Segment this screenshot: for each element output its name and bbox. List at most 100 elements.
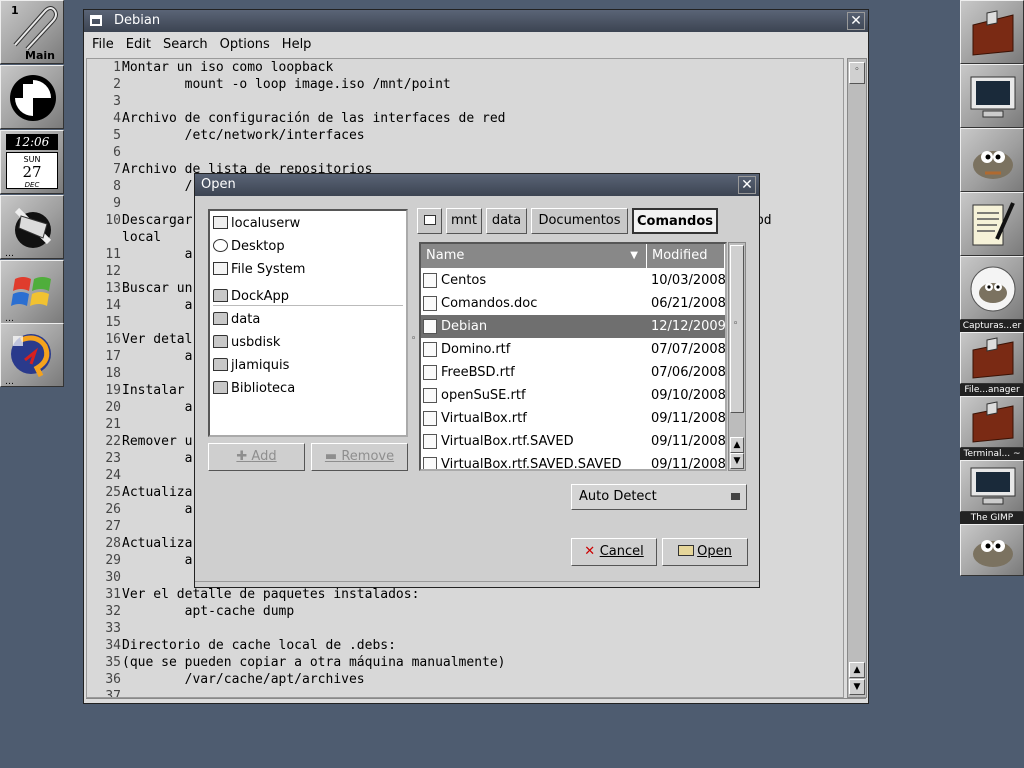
line-number: 6 <box>113 145 121 160</box>
line-text: a <box>122 451 193 466</box>
menu-file[interactable]: File <box>88 34 118 52</box>
editor-line: 36 /var/cache/apt/archives <box>87 671 843 688</box>
tile-dots: … <box>5 249 15 259</box>
dock-right-cabinet-2[interactable] <box>960 332 1024 384</box>
folder-cabinet-icon <box>972 10 1014 56</box>
file-row[interactable]: VirtualBox.rtf.SAVED 09/11/2008 <box>421 430 725 453</box>
place-localuserw[interactable]: localuserw <box>213 213 300 235</box>
scroll-thumb[interactable]: ◦ <box>849 62 865 84</box>
editor-horizontal-scrollbar[interactable] <box>86 698 866 703</box>
open-button[interactable]: Open <box>662 538 748 566</box>
debian-app-tile[interactable]: … <box>0 323 64 387</box>
file-name: Domino.rtf <box>441 342 511 357</box>
dock-right-cabinet-3[interactable] <box>960 396 1024 448</box>
crumb-comandos[interactable]: Comandos <box>632 208 718 234</box>
dock-right-monitor-1[interactable] <box>960 64 1024 128</box>
place-usbdisk[interactable]: usbdisk <box>213 332 280 354</box>
line-text: /etc/network/interfaces <box>122 128 365 143</box>
dock-right-notepad[interactable] <box>960 192 1024 256</box>
add-bookmark-button[interactable]: ✚ Add <box>208 443 305 471</box>
place-filesystem[interactable]: File System <box>213 259 305 281</box>
line-number: 9 <box>113 196 121 211</box>
file-scroll-up-button[interactable]: ▲ <box>730 437 744 453</box>
dialog-bottom-divider <box>195 581 759 582</box>
line-number: 31 <box>105 587 121 602</box>
menu-edit[interactable]: Edit <box>122 34 155 52</box>
column-modified-header[interactable]: Modified <box>647 244 725 268</box>
menu-search[interactable]: Search <box>159 34 212 52</box>
place-biblioteca[interactable]: Biblioteca <box>213 378 295 400</box>
calendar-clock-tile[interactable]: 12:06 SUN 27 DEC <box>0 130 64 194</box>
file-list-scrollbar[interactable]: ◦ ▲ ▼ <box>728 242 746 471</box>
file-row[interactable]: VirtualBox.rtf.SAVED.SAVED 09/11/2008 <box>421 453 725 469</box>
windows-app-tile[interactable]: … <box>0 260 64 324</box>
gimp-wilber-icon <box>973 540 1013 567</box>
line-text: a <box>122 502 193 517</box>
drive-icon <box>213 262 228 275</box>
crumb-data[interactable]: data <box>486 208 527 234</box>
line-number: 17 <box>105 349 121 364</box>
file-row[interactable]: openSuSE.rtf 09/10/2008 <box>421 384 725 407</box>
file-list: Name ▼ Modified Centos 10/03/2008 Comandos.… <box>419 242 727 471</box>
line-text: local <box>122 230 162 245</box>
tile-dots: … <box>5 314 15 324</box>
column-name-header[interactable]: Name ▼ <box>421 244 647 268</box>
dock-right-gimp-eye[interactable] <box>960 256 1024 320</box>
line-text: Ver el detalle de paquetes instalados: <box>122 587 420 602</box>
file-row[interactable]: Centos 10/03/2008 <box>421 269 725 292</box>
pane-splitter-handle[interactable]: ◦ <box>733 319 738 329</box>
place-data[interactable]: data <box>213 309 260 331</box>
line-number: 33 <box>105 621 121 636</box>
file-scroll-down-button[interactable]: ▼ <box>730 453 744 469</box>
file-row[interactable]: Comandos.doc 06/21/2008 <box>421 292 725 315</box>
dialog-title: Open <box>201 177 236 192</box>
file-scroll-thumb[interactable] <box>730 245 744 413</box>
desktop-icon <box>213 239 228 252</box>
column-name-label: Name <box>426 248 465 263</box>
workspace-main-tile[interactable]: 1 Main <box>0 0 64 64</box>
cancel-button[interactable]: ✕ Cancel <box>571 538 657 566</box>
menu-help[interactable]: Help <box>278 34 316 52</box>
file-row[interactable]: Domino.rtf 07/07/2008 <box>421 338 725 361</box>
line-number: 35 <box>105 655 121 670</box>
line-number: 11 <box>105 247 121 262</box>
document-icon <box>423 296 437 311</box>
window-menu-icon[interactable] <box>90 15 102 26</box>
dock-right-monitor-2[interactable] <box>960 460 1024 512</box>
system-tool-tile[interactable]: … <box>0 195 64 259</box>
editor-close-button[interactable]: ✕ <box>847 12 865 30</box>
scroll-up-button[interactable]: ▲ <box>849 662 865 678</box>
crumb-mnt[interactable]: mnt <box>446 208 482 234</box>
dialog-titlebar[interactable]: Open ✕ <box>195 174 759 196</box>
dialog-close-button[interactable]: ✕ <box>738 176 756 194</box>
dock-right-gimp-1[interactable] <box>960 128 1024 192</box>
editor-titlebar[interactable]: Debian ✕ <box>84 10 868 32</box>
file-row[interactable]: Debian 12/12/2009 <box>421 315 725 338</box>
menu-options[interactable]: Options <box>216 34 274 52</box>
place-dockapp[interactable]: DockApp <box>213 286 289 308</box>
line-number: 12 <box>105 264 121 279</box>
place-jlamiquis[interactable]: jlamiquis <box>213 355 289 377</box>
file-row[interactable]: VirtualBox.rtf 09/11/2008 <box>421 407 725 430</box>
line-number: 4 <box>113 111 121 126</box>
scroll-down-button[interactable]: ▼ <box>849 679 865 695</box>
document-icon <box>423 411 437 426</box>
dock-right-cabinet-1[interactable] <box>960 0 1024 64</box>
pane-splitter-handle[interactable]: ◦ <box>411 334 416 344</box>
place-desktop[interactable]: Desktop <box>213 236 285 258</box>
crumb-documentos[interactable]: Documentos <box>531 208 628 234</box>
file-name: openSuSE.rtf <box>441 388 526 403</box>
line-number: 13 <box>105 281 121 296</box>
line-number: 27 <box>105 519 121 534</box>
filter-select[interactable]: Auto Detect <box>571 484 747 510</box>
line-text: a <box>122 247 193 262</box>
editor-vertical-scrollbar[interactable]: ◦ ▲ ▼ <box>847 58 867 698</box>
monitor-icon <box>970 467 1016 505</box>
file-row[interactable]: FreeBSD.rtf 07/06/2008 <box>421 361 725 384</box>
remove-bookmark-button[interactable]: ▬ Remove <box>311 443 408 471</box>
file-name: FreeBSD.rtf <box>441 365 515 380</box>
dock-right-gimp-2[interactable] <box>960 524 1024 576</box>
path-toggle-button[interactable] <box>417 208 442 234</box>
wmaker-clock-tile[interactable] <box>0 65 64 129</box>
line-number: 8 <box>113 179 121 194</box>
